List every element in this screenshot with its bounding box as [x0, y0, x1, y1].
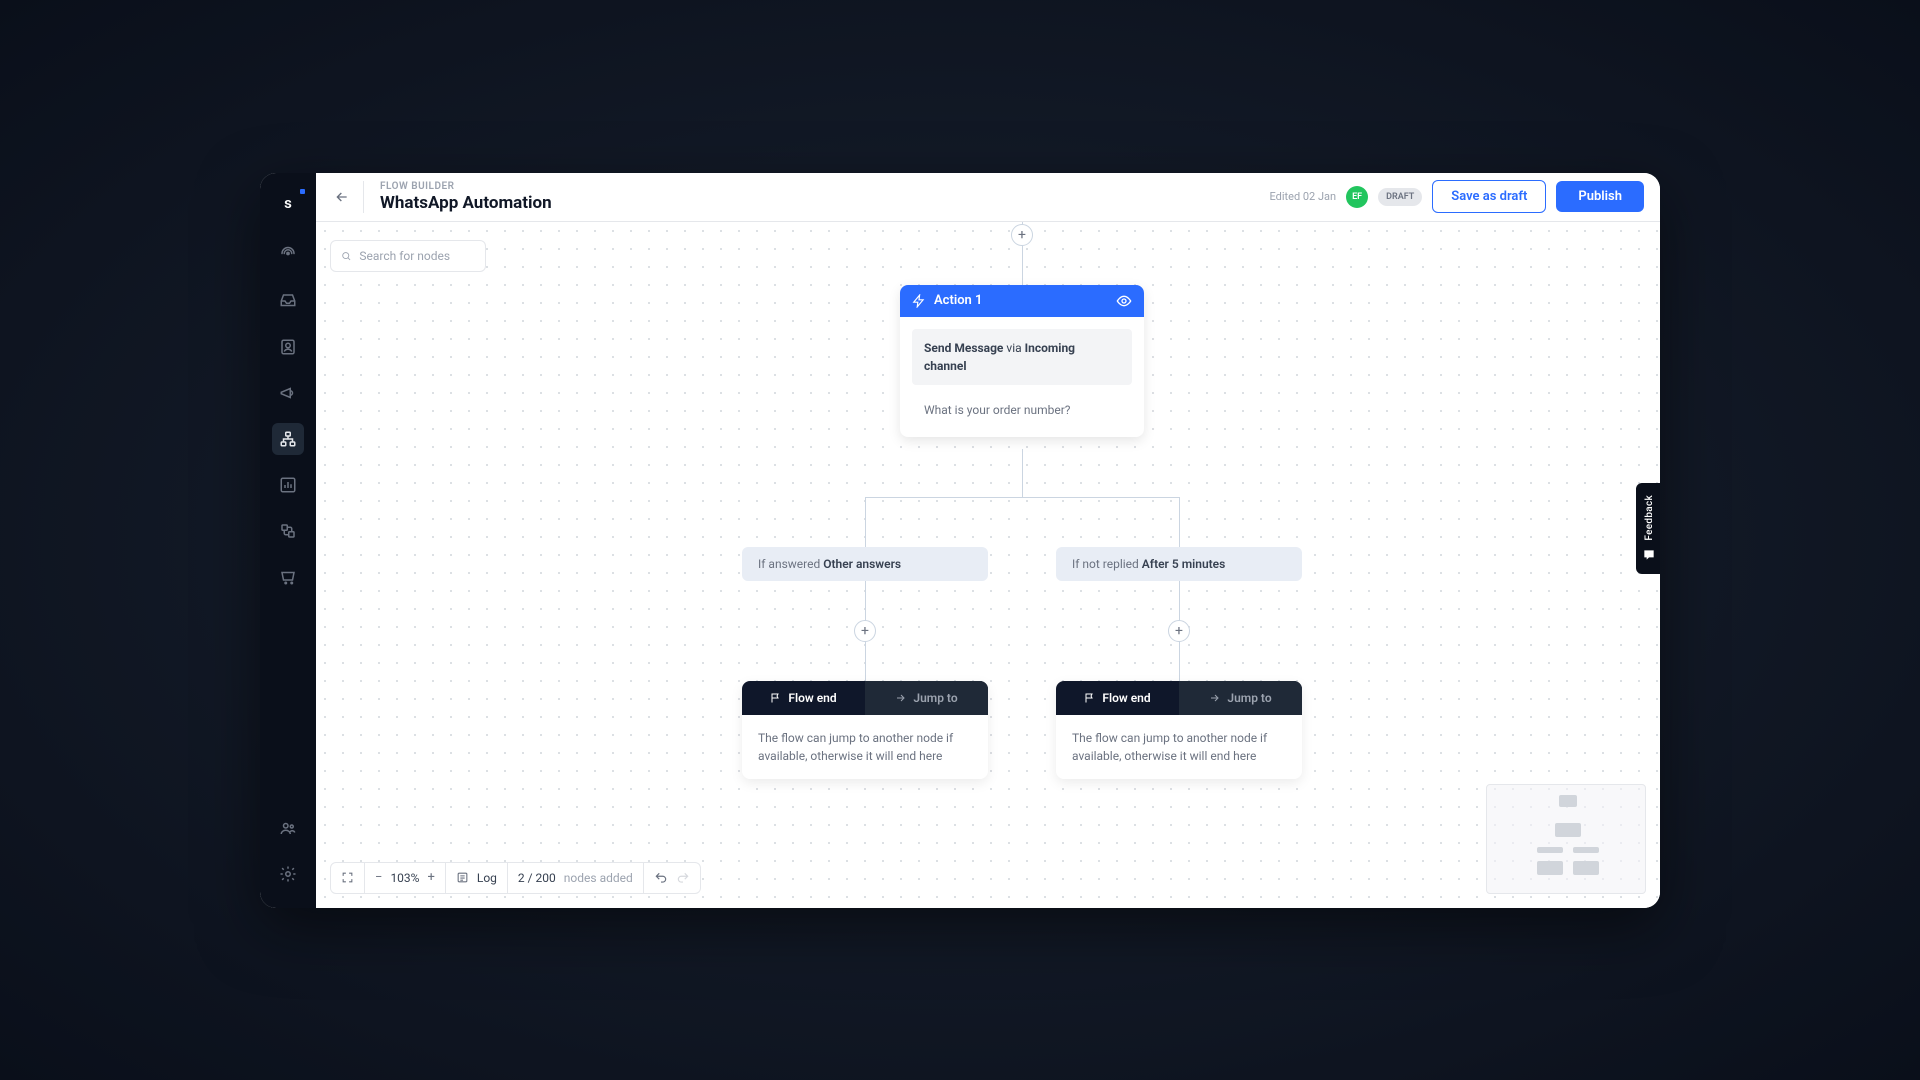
redo-button[interactable]	[676, 871, 690, 885]
add-node-button[interactable]: +	[1168, 620, 1190, 642]
flowend-tab[interactable]: Flow end	[1056, 681, 1179, 715]
flag-icon	[1084, 692, 1096, 704]
nav-apps-icon[interactable]	[272, 515, 304, 547]
jumpto-tab[interactable]: Jump to	[1179, 681, 1302, 715]
flow-canvas[interactable]: + Action 1 Send Message via Incoming cha…	[316, 222, 1660, 908]
flowend-card-left[interactable]: Flow end Jump to The flow can jump to an…	[742, 681, 988, 779]
topbar: FLOW BUILDER WhatsApp Automation Edited …	[316, 173, 1660, 222]
redirect-icon	[1209, 692, 1221, 704]
connector	[865, 497, 1180, 498]
feedback-icon	[1642, 548, 1656, 562]
connector	[865, 497, 866, 681]
search-icon	[341, 250, 351, 262]
save-draft-button[interactable]: Save as draft	[1432, 180, 1546, 213]
status-badge: DRAFT	[1378, 188, 1422, 206]
breadcrumb: FLOW BUILDER	[380, 181, 552, 192]
avatar[interactable]: EF	[1346, 186, 1368, 208]
action-card[interactable]: Action 1 Send Message via Incoming chann…	[900, 285, 1144, 437]
branch-label-right[interactable]: If not replied After 5 minutes	[1056, 547, 1302, 581]
flowend-card-right[interactable]: Flow end Jump to The flow can jump to an…	[1056, 681, 1302, 779]
back-button[interactable]	[332, 181, 364, 213]
fullscreen-button[interactable]	[341, 871, 354, 884]
bolt-icon	[912, 294, 926, 308]
logo: s	[276, 191, 300, 215]
flowend-body: The flow can jump to another node if ava…	[1056, 715, 1302, 779]
main-area: FLOW BUILDER WhatsApp Automation Edited …	[316, 173, 1660, 908]
log-icon	[456, 871, 469, 884]
flowend-body: The flow can jump to another node if ava…	[742, 715, 988, 779]
flowend-tab[interactable]: Flow end	[742, 681, 865, 715]
undo-button[interactable]	[654, 871, 668, 885]
nav-campaign-icon[interactable]	[272, 377, 304, 409]
zoom-level: 103%	[390, 871, 419, 885]
action-title: Action 1	[934, 293, 982, 308]
connector	[1179, 497, 1180, 681]
nav-broadcast-icon[interactable]	[272, 239, 304, 271]
redirect-icon	[895, 692, 907, 704]
zoom-out-button[interactable]: −	[375, 870, 382, 885]
nav-team-icon[interactable]	[272, 812, 304, 844]
minimap[interactable]	[1486, 784, 1646, 894]
app-window: s	[260, 173, 1660, 908]
action-config: Send Message via Incoming channel	[912, 329, 1132, 385]
zoom-in-button[interactable]: +	[427, 870, 434, 885]
search-box[interactable]	[330, 240, 486, 272]
nav-shop-icon[interactable]	[272, 561, 304, 593]
nav-analytics-icon[interactable]	[272, 469, 304, 501]
flag-icon	[770, 692, 782, 704]
branch-label-left[interactable]: If answered Other answers	[742, 547, 988, 581]
bottom-toolbar: − 103% + Log 2 / 200 nodes added	[330, 862, 701, 894]
nav-settings-icon[interactable]	[272, 858, 304, 890]
action-message: What is your order number?	[912, 395, 1132, 425]
search-input[interactable]	[359, 249, 475, 263]
nav-inbox-icon[interactable]	[272, 285, 304, 317]
add-node-button[interactable]: +	[1011, 224, 1033, 246]
jumpto-tab[interactable]: Jump to	[865, 681, 988, 715]
log-button[interactable]: Log	[446, 863, 508, 893]
visibility-icon[interactable]	[1116, 293, 1132, 309]
feedback-tab[interactable]: Feedback	[1636, 483, 1660, 575]
add-node-button[interactable]: +	[854, 620, 876, 642]
sidebar: s	[260, 173, 316, 908]
node-count: 2 / 200 nodes added	[508, 863, 644, 893]
connector	[1022, 449, 1023, 497]
page-title: WhatsApp Automation	[380, 193, 552, 213]
nav-flows-icon[interactable]	[272, 423, 304, 455]
edited-label: Edited 02 Jan	[1269, 190, 1336, 203]
publish-button[interactable]: Publish	[1556, 181, 1644, 212]
nav-contacts-icon[interactable]	[272, 331, 304, 363]
